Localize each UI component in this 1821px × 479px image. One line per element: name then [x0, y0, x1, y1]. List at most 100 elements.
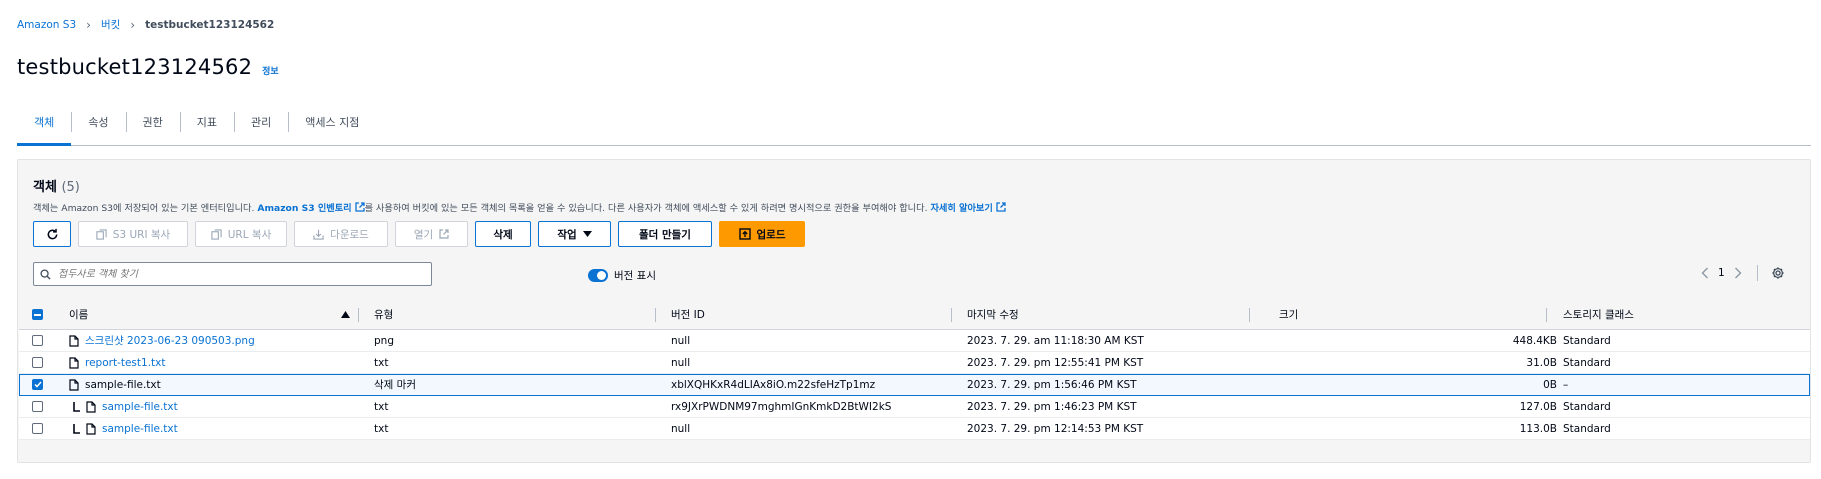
object-storage-class: Standard — [1563, 422, 1611, 435]
select-all-checkbox[interactable] — [32, 309, 43, 320]
copy-s3-uri-button[interactable]: S3 URI 복사 — [78, 221, 188, 247]
object-type: txt — [374, 422, 389, 435]
object-type: txt — [374, 356, 389, 369]
object-modified: 2023. 7. 29. pm 12:14:53 PM KST — [967, 422, 1144, 435]
object-size: 113.0B — [1519, 422, 1557, 435]
table-row[interactable]: report-test1.txt txt null 2023. 7. 29. p… — [19, 352, 1810, 374]
inventory-link[interactable]: Amazon S3 인벤토리 — [257, 203, 351, 214]
tab-properties[interactable]: 속성 — [71, 109, 125, 135]
actions-label: 작업 — [557, 228, 577, 241]
learn-more-link[interactable]: 자세히 알아보기 — [930, 203, 992, 214]
column-divider[interactable] — [951, 308, 952, 322]
tab-metrics[interactable]: 지표 — [179, 109, 234, 135]
tab-access-points[interactable]: 액세스 지점 — [288, 109, 376, 135]
table-row[interactable]: sample-file.txt txt rx9JXrPWDNM97mghmIGn… — [19, 396, 1810, 418]
object-storage-class: – — [1563, 378, 1569, 391]
show-versions-toggle[interactable]: 버전 표시 — [588, 268, 656, 283]
column-divider[interactable] — [1249, 308, 1250, 322]
row-checkbox[interactable] — [32, 423, 43, 434]
breadcrumb-amazon-s3[interactable]: Amazon S3 — [17, 19, 76, 31]
row-checkbox[interactable] — [32, 401, 43, 412]
object-name-link[interactable]: report-test1.txt — [85, 357, 166, 369]
objects-description: 객체는 Amazon S3에 저장되어 있는 기본 엔터티입니다. Amazon… — [33, 200, 1006, 214]
create-folder-label: 폴더 만들기 — [639, 228, 691, 241]
copy-icon — [96, 228, 107, 240]
upload-button[interactable]: 업로드 — [719, 221, 805, 247]
column-header-name[interactable]: 이름 — [69, 300, 88, 329]
info-link[interactable]: 정보 — [262, 64, 279, 77]
object-version-id: null — [671, 422, 691, 435]
page-header: testbucket123124562 정보 — [17, 55, 279, 79]
column-divider[interactable] — [1546, 308, 1547, 322]
external-link-icon — [996, 202, 1006, 212]
breadcrumb-buckets[interactable]: 버킷 — [101, 17, 120, 32]
pager-divider — [1756, 265, 1758, 281]
object-modified: 2023. 7. 29. pm 1:46:23 PM KST — [967, 400, 1137, 413]
object-name: sample-file.txt — [85, 378, 161, 391]
object-name-link[interactable]: sample-file.txt — [102, 423, 178, 435]
file-icon — [86, 422, 96, 435]
object-version-id: xblXQHKxR4dLIAx8iO.m22sfeHzTp1mz — [671, 378, 876, 391]
object-version-id: null — [671, 334, 691, 347]
file-icon — [69, 334, 79, 347]
search-box — [33, 262, 432, 286]
object-type: 삭제 마커 — [374, 379, 416, 391]
column-header-type[interactable]: 유형 — [374, 300, 393, 329]
object-storage-class: Standard — [1563, 356, 1611, 369]
file-icon — [69, 378, 79, 391]
row-checkbox-checked[interactable] — [32, 379, 43, 390]
column-header-modified[interactable]: 마지막 수정 — [967, 300, 1019, 329]
table-row-selected[interactable]: sample-file.txt 삭제 마커 xblXQHKxR4dLIAx8iO… — [19, 374, 1810, 396]
upload-label: 업로드 — [756, 228, 786, 241]
table-row[interactable]: 스크린샷 2023-06-23 090503.png png null 2023… — [19, 330, 1810, 352]
tree-branch-icon — [73, 401, 80, 412]
column-header-storage-class[interactable]: 스토리지 클래스 — [1563, 300, 1634, 329]
objects-panel: 객체 (5) 객체는 Amazon S3에 저장되어 있는 기본 엔터티입니다.… — [17, 159, 1811, 463]
desc-text-1: 객체는 Amazon S3에 저장되어 있는 기본 엔터티입니다. — [33, 203, 258, 214]
gear-icon[interactable] — [1771, 266, 1785, 280]
delete-button[interactable]: 삭제 — [475, 221, 531, 247]
create-folder-button[interactable]: 폴더 만들기 — [618, 221, 712, 247]
object-name-link[interactable]: 스크린샷 2023-06-23 090503.png — [85, 333, 255, 348]
object-type: png — [374, 334, 394, 347]
refresh-button[interactable] — [33, 221, 71, 247]
row-checkbox[interactable] — [32, 357, 43, 368]
desc-text-2: 를 사용하여 버킷에 있는 모든 객체의 목록을 얻을 수 있습니다. 다른 사… — [364, 203, 931, 214]
objects-count: (5) — [61, 180, 80, 195]
tab-bar: 객체 속성 권한 지표 관리 액세스 지점 — [17, 108, 1811, 146]
objects-toolbar: S3 URI 복사 URL 복사 다운로드 열기 삭제 작업 폴더 만들기 업로… — [33, 221, 805, 247]
page-number[interactable]: 1 — [1718, 267, 1725, 279]
column-header-version[interactable]: 버전 ID — [671, 300, 705, 329]
open-button[interactable]: 열기 — [395, 221, 468, 247]
object-size: 31.0B — [1526, 356, 1557, 369]
object-modified: 2023. 7. 29. am 11:18:30 AM KST — [967, 334, 1144, 347]
copy-url-button[interactable]: URL 복사 — [195, 221, 287, 247]
sort-ascending-icon[interactable] — [341, 311, 350, 318]
chevron-right-icon[interactable] — [1734, 267, 1742, 279]
column-divider[interactable] — [655, 308, 656, 322]
object-name-link[interactable]: sample-file.txt — [102, 401, 178, 413]
search-input[interactable] — [58, 268, 418, 280]
upload-icon — [738, 228, 751, 240]
copy-icon — [211, 228, 222, 240]
column-divider[interactable] — [358, 308, 359, 322]
check-icon — [33, 381, 42, 388]
tab-management[interactable]: 관리 — [234, 109, 288, 135]
copy-s3-uri-label: S3 URI 복사 — [112, 228, 171, 241]
tab-objects[interactable]: 객체 — [17, 109, 72, 146]
chevron-left-icon[interactable] — [1701, 267, 1709, 279]
row-checkbox[interactable] — [32, 335, 43, 346]
tab-permissions[interactable]: 권한 — [125, 109, 180, 135]
show-versions-label: 버전 표시 — [614, 270, 656, 282]
table-row[interactable]: sample-file.txt txt null 2023. 7. 29. pm… — [19, 418, 1810, 440]
column-header-size[interactable]: 크기 — [1279, 300, 1298, 329]
download-button[interactable]: 다운로드 — [294, 221, 388, 247]
object-version-id: rx9JXrPWDNM97mghmIGnKmkD2BtWI2kS — [671, 400, 892, 413]
actions-dropdown[interactable]: 작업 — [538, 221, 611, 247]
external-link-icon — [439, 229, 449, 239]
delete-label: 삭제 — [493, 228, 513, 241]
file-icon — [69, 356, 79, 369]
object-modified: 2023. 7. 29. pm 12:55:41 PM KST — [967, 356, 1144, 369]
open-label: 열기 — [413, 228, 434, 241]
toggle-switch[interactable] — [588, 269, 608, 282]
